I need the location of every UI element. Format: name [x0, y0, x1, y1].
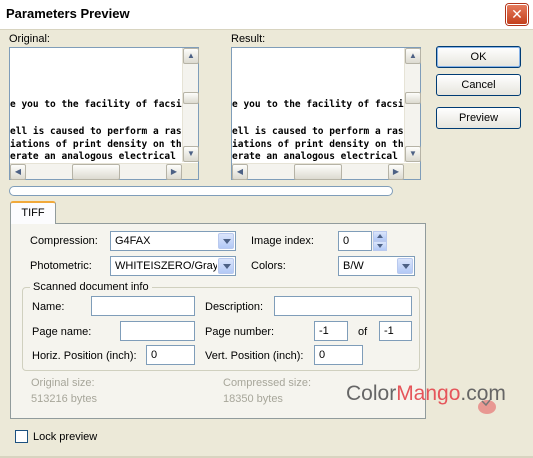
preview-line: ell is caused to perform a raste	[10, 126, 194, 137]
colors-select[interactable]: B/W	[338, 256, 415, 276]
horizontal-scrollbar[interactable]: ◀ ▶	[10, 163, 182, 180]
spin-down-icon[interactable]	[373, 241, 387, 251]
colors-label: Colors:	[251, 260, 286, 272]
compressed-size-label: Compressed size:	[223, 377, 312, 389]
window-title: Parameters Preview	[6, 6, 130, 21]
scroll-down-icon[interactable]: ▼	[183, 146, 199, 162]
description-input[interactable]	[274, 296, 412, 316]
photometric-select[interactable]: WHITEISZERO/Gray	[110, 256, 236, 276]
horizontal-scrollbar[interactable]: ◀ ▶	[232, 163, 404, 180]
lock-preview-checkbox[interactable]	[15, 430, 28, 443]
preview-line: e you to the facility of facsimi	[10, 99, 194, 110]
description-label: Description:	[205, 301, 264, 313]
scanned-document-title: Scanned document info	[30, 281, 152, 293]
image-index-spinner[interactable]	[373, 231, 387, 251]
vertical-scrollbar[interactable]: ▲ ▼	[404, 48, 421, 162]
ok-button[interactable]: OK	[436, 46, 521, 68]
scroll-left-icon[interactable]: ◀	[232, 164, 248, 180]
page-name-label: Page name:	[32, 326, 92, 338]
scroll-down-icon[interactable]: ▼	[405, 146, 421, 162]
vertical-scrollbar[interactable]: ▲ ▼	[182, 48, 199, 162]
colors-value: B/W	[343, 260, 364, 272]
photometric-label: Photometric:	[30, 260, 92, 272]
progress-bar	[9, 186, 393, 196]
of-label: of	[358, 326, 368, 338]
chevron-down-icon[interactable]	[397, 258, 413, 274]
preview-line: erate an analogous electrical vi	[10, 151, 194, 162]
scroll-thumb[interactable]	[72, 164, 120, 180]
preview-line: iations of print density on the	[232, 139, 410, 150]
page-number-label: Page number:	[205, 326, 275, 338]
photometric-value: WHITEISZERO/Gray	[115, 260, 217, 272]
original-label: Original:	[9, 33, 50, 45]
scroll-corner	[404, 163, 420, 179]
watermark-text: Color	[346, 382, 397, 405]
compression-value: G4FAX	[115, 235, 151, 247]
mango-logo-icon	[478, 399, 496, 414]
original-size-label: Original size:	[31, 377, 95, 389]
scroll-up-icon[interactable]: ▲	[405, 48, 421, 64]
image-index-label: Image index:	[251, 235, 314, 247]
preview-line: erate an analogous electrical vi	[232, 151, 416, 162]
spin-up-icon[interactable]	[373, 231, 387, 241]
horiz-position-label: Horiz. Position (inch):	[32, 350, 137, 362]
vert-position-label: Vert. Position (inch):	[205, 350, 304, 362]
name-input[interactable]	[91, 296, 195, 316]
scroll-right-icon[interactable]: ▶	[388, 164, 404, 180]
vert-position-input[interactable]: 0	[314, 345, 363, 365]
scroll-thumb[interactable]	[294, 164, 342, 180]
scroll-left-icon[interactable]: ◀	[10, 164, 26, 180]
cancel-button[interactable]: Cancel	[436, 74, 521, 96]
watermark-accent-text: Mango	[396, 382, 461, 405]
preview-line: e you to the facility of facsimi	[232, 99, 416, 110]
chevron-down-icon[interactable]	[218, 258, 234, 274]
scroll-right-icon[interactable]: ▶	[166, 164, 182, 180]
preview-button[interactable]: Preview	[436, 107, 521, 129]
preview-line: ell is caused to perform a raste	[232, 126, 416, 137]
result-preview: e you to the facility of facsimi ell is …	[231, 47, 421, 180]
name-label: Name:	[32, 301, 65, 313]
compression-select[interactable]: G4FAX	[110, 231, 236, 251]
scroll-up-icon[interactable]: ▲	[183, 48, 199, 64]
lock-preview-label[interactable]: Lock preview	[33, 431, 97, 443]
preview-line: iations of print density on the	[10, 139, 188, 150]
original-size-value: 513216 bytes	[31, 393, 98, 405]
compressed-size-value: 18350 bytes	[223, 393, 283, 405]
original-preview: e you to the facility of facsimi ell is …	[9, 47, 199, 180]
scroll-thumb[interactable]	[183, 92, 199, 104]
close-button[interactable]: ✕	[506, 4, 528, 25]
image-index-input[interactable]: 0	[338, 231, 372, 251]
scroll-thumb[interactable]	[405, 92, 421, 104]
page-total-input[interactable]: -1	[379, 321, 412, 341]
compression-label: Compression:	[30, 235, 98, 247]
chevron-down-icon[interactable]	[218, 233, 234, 249]
horiz-position-input[interactable]: 0	[146, 345, 195, 365]
close-icon: ✕	[511, 6, 523, 22]
page-name-input[interactable]	[120, 321, 195, 341]
result-label: Result:	[231, 33, 266, 45]
page-number-input[interactable]: -1	[314, 321, 348, 341]
tab-tiff[interactable]: TIFF	[10, 201, 56, 224]
scroll-corner	[182, 163, 198, 179]
